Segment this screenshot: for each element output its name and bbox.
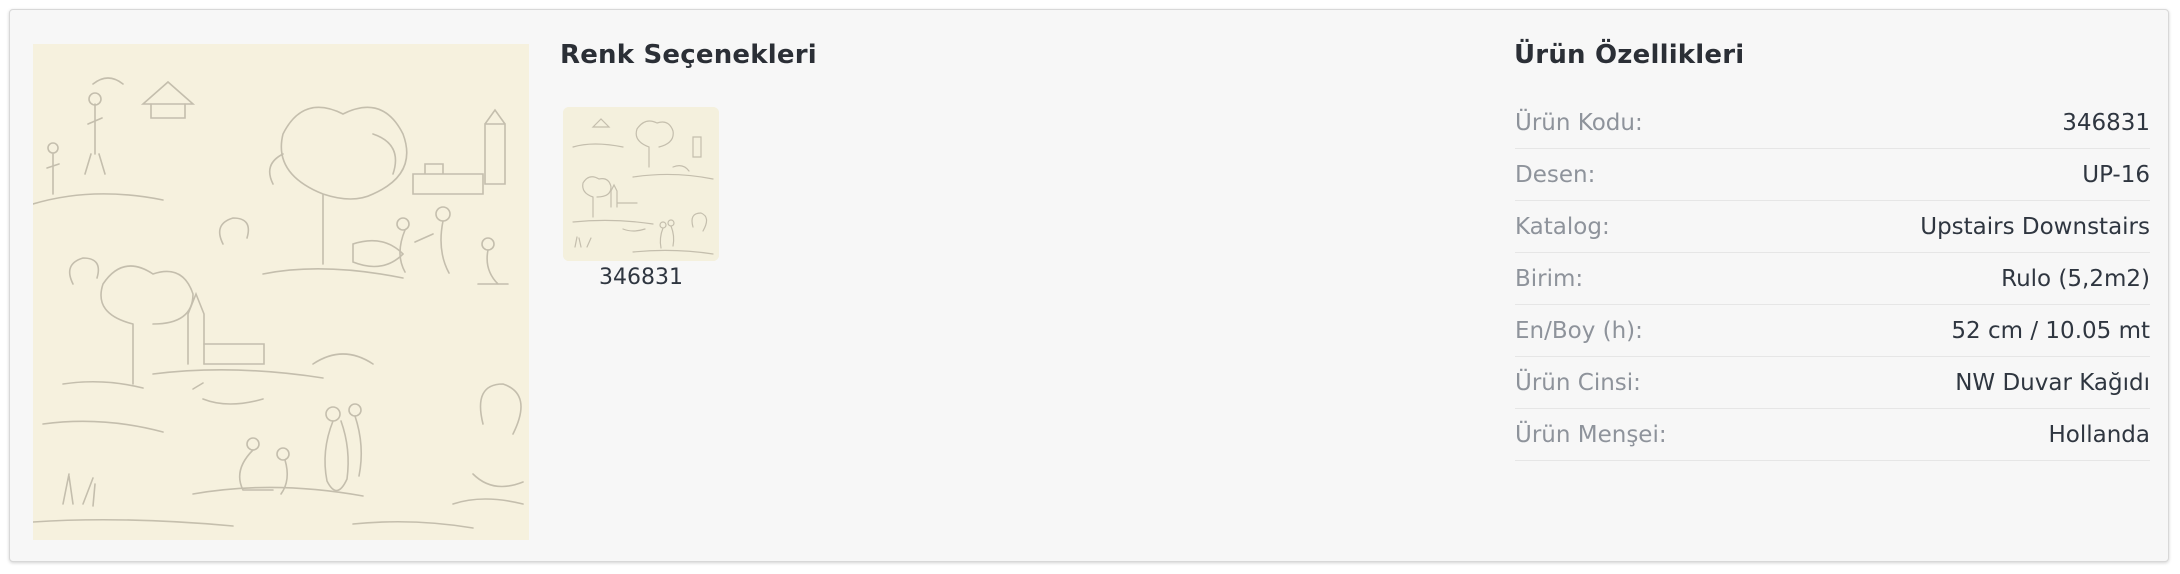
- properties-list: Ürün Kodu: 346831 Desen: UP-16 Katalog: …: [1515, 97, 2150, 461]
- property-value: UP-16: [2082, 161, 2150, 188]
- toile-pattern-illustration: [33, 44, 529, 540]
- property-label: Ürün Kodu:: [1515, 109, 1643, 136]
- property-value: 346831: [2062, 109, 2150, 136]
- swatch-thumbnail[interactable]: [563, 107, 719, 261]
- product-card: Renk Seçenekleri 346831 Ürün Özellikleri…: [9, 9, 2169, 562]
- property-label: En/Boy (h):: [1515, 317, 1643, 344]
- property-value: Upstairs Downstairs: [1920, 213, 2150, 240]
- property-label: Birim:: [1515, 265, 1584, 292]
- property-row-pattern: Desen: UP-16: [1515, 149, 2150, 201]
- color-swatch[interactable]: 346831: [563, 107, 719, 290]
- property-value: Rulo (5,2m2): [2001, 265, 2150, 292]
- swatch-pattern-illustration: [563, 107, 719, 261]
- property-label: Ürün Menşei:: [1515, 421, 1667, 448]
- swatch-code: 346831: [599, 265, 683, 290]
- property-value: 52 cm / 10.05 mt: [1951, 317, 2150, 344]
- property-row-dimensions: En/Boy (h): 52 cm / 10.05 mt: [1515, 305, 2150, 357]
- property-value: NW Duvar Kağıdı: [1955, 369, 2150, 396]
- color-options-title: Renk Seçenekleri: [560, 40, 817, 70]
- property-row-product-type: Ürün Cinsi: NW Duvar Kağıdı: [1515, 357, 2150, 409]
- property-row-catalog: Katalog: Upstairs Downstairs: [1515, 201, 2150, 253]
- property-label: Desen:: [1515, 161, 1596, 188]
- product-image[interactable]: [33, 44, 529, 540]
- property-value: Hollanda: [2048, 421, 2150, 448]
- product-properties-title: Ürün Özellikleri: [1514, 40, 1745, 70]
- property-label: Katalog:: [1515, 213, 1610, 240]
- property-row-unit: Birim: Rulo (5,2m2): [1515, 253, 2150, 305]
- property-row-origin: Ürün Menşei: Hollanda: [1515, 409, 2150, 461]
- property-label: Ürün Cinsi:: [1515, 369, 1641, 396]
- property-row-product-code: Ürün Kodu: 346831: [1515, 97, 2150, 149]
